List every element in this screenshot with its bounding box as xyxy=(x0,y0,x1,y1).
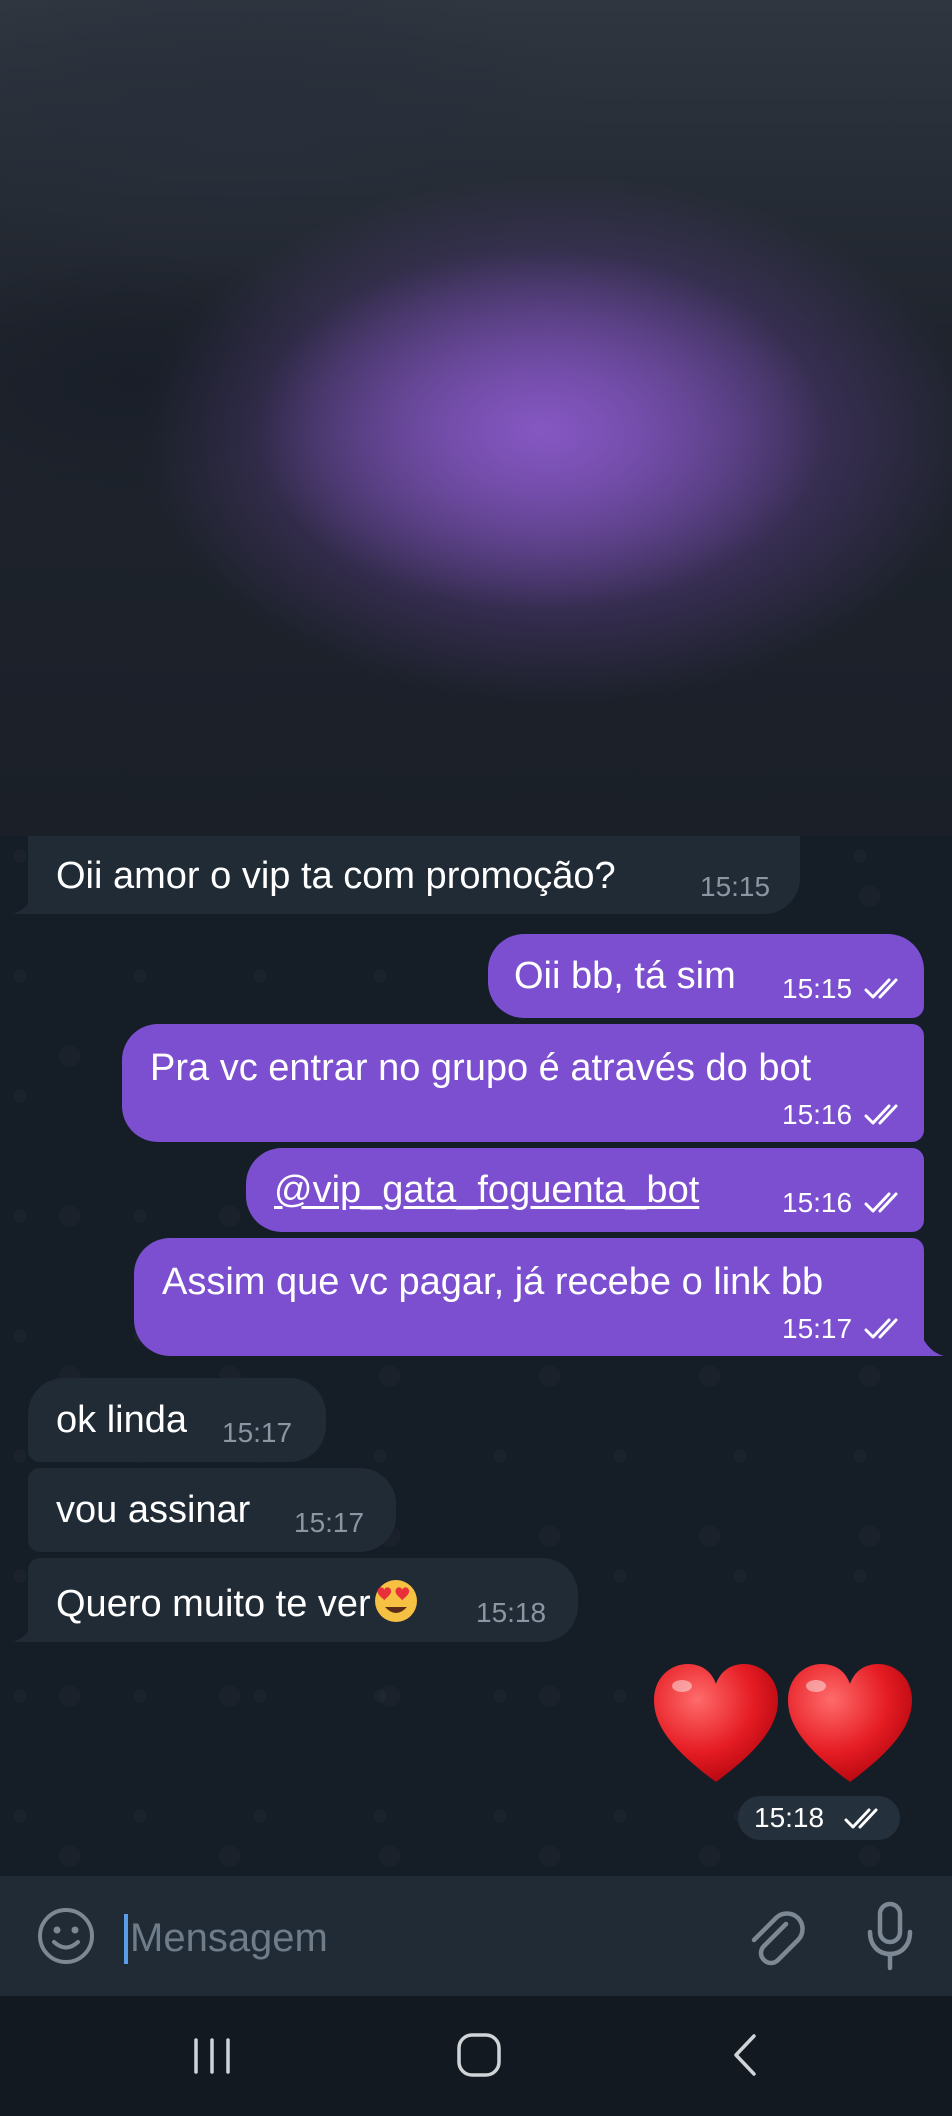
incoming-message[interactable]: vou assinar 15:17 xyxy=(28,1468,396,1552)
home-icon[interactable] xyxy=(454,2030,504,2080)
outgoing-message[interactable]: Pra vc entrar no grupo é através do bot … xyxy=(122,1024,924,1142)
message-time: 15:17 xyxy=(222,1417,293,1448)
blurred-media-message[interactable] xyxy=(0,0,952,836)
incoming-message[interactable]: Oii amor o vip ta com promoção? 15:15 xyxy=(28,836,800,914)
microphone-icon[interactable] xyxy=(862,1900,918,1974)
message-time: 15:18 xyxy=(476,1597,547,1628)
message-time: 15:18 xyxy=(754,1802,825,1833)
two-hearts-sticker[interactable] xyxy=(650,1660,920,1790)
message-time: 15:17 xyxy=(294,1507,365,1538)
heart-eyes-emoji-icon xyxy=(374,1580,417,1622)
message-text: ok linda xyxy=(56,1399,187,1441)
message-text: Quero muito te ver xyxy=(56,1578,419,1626)
telegram-chat-screen: Oii amor o vip ta com promoção? 15:15 Oi… xyxy=(0,0,952,2116)
outgoing-message[interactable]: Oii bb, tá sim 15:15 xyxy=(488,934,924,1018)
message-text: vou assinar xyxy=(56,1489,251,1531)
bubble-tail xyxy=(12,1618,36,1642)
message-time: 15:15 xyxy=(782,973,853,1004)
message-text-content: Quero muito te ver xyxy=(56,1583,371,1625)
outgoing-message[interactable]: @vip_gata_foguenta_bot 15:16 xyxy=(246,1148,924,1232)
message-text: Assim que vc pagar, já recebe o link bb xyxy=(162,1261,824,1303)
message-text: Oii amor o vip ta com promoção? xyxy=(56,855,616,897)
bubble-tail xyxy=(12,890,36,914)
bubble-tail xyxy=(920,1332,944,1356)
double-check-icon xyxy=(864,1104,898,1125)
double-check-icon xyxy=(864,1318,898,1339)
message-input[interactable] xyxy=(130,1910,730,1966)
double-check-icon xyxy=(864,1192,898,1213)
smiley-icon[interactable] xyxy=(36,1906,96,1966)
bot-mention-link[interactable]: @vip_gata_foguenta_bot xyxy=(274,1168,699,1212)
text-cursor xyxy=(124,1914,128,1964)
message-time: 15:16 xyxy=(782,1099,853,1130)
paperclip-icon[interactable] xyxy=(740,1902,810,1972)
message-time: 15:15 xyxy=(700,871,771,902)
incoming-message[interactable]: Quero muito te ver 15:18 xyxy=(28,1558,578,1642)
back-icon[interactable] xyxy=(728,2030,762,2080)
sticker-time-badge: 15:18 xyxy=(738,1796,900,1840)
message-text: Pra vc entrar no grupo é através do bot xyxy=(150,1047,812,1089)
double-check-icon xyxy=(844,1808,878,1829)
message-time: 15:16 xyxy=(782,1187,853,1218)
message-text: Oii bb, tá sim xyxy=(514,955,736,997)
recents-icon[interactable] xyxy=(190,2034,234,2078)
message-time: 15:17 xyxy=(782,1313,853,1344)
outgoing-message[interactable]: Assim que vc pagar, já recebe o link bb … xyxy=(134,1238,924,1356)
incoming-message[interactable]: ok linda 15:17 xyxy=(28,1378,326,1462)
double-check-icon xyxy=(864,978,898,999)
